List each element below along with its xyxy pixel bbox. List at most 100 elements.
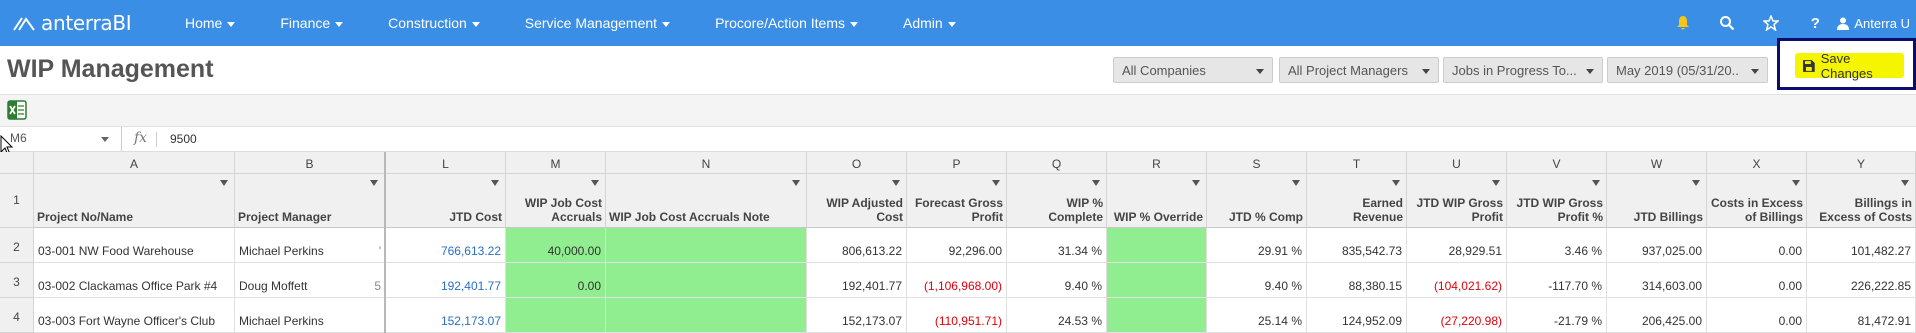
excel-export-button[interactable] bbox=[7, 100, 27, 120]
table-cell[interactable] bbox=[1107, 298, 1207, 333]
column-letter-n[interactable]: N bbox=[606, 152, 807, 174]
menu-home[interactable]: Home bbox=[185, 15, 236, 31]
filter-dropdown-icon[interactable] bbox=[491, 180, 499, 186]
column-header-jtd-wip-gross-profit-[interactable]: JTD WIP Gross Profit % bbox=[1507, 174, 1607, 228]
filter-dropdown-icon[interactable] bbox=[1392, 180, 1400, 186]
table-cell[interactable]: 92,296.00 bbox=[907, 228, 1007, 263]
row-number-1[interactable]: 1 bbox=[0, 174, 34, 228]
filter-dropdown-icon[interactable] bbox=[892, 180, 900, 186]
table-cell[interactable]: (1,106,968.00) bbox=[907, 263, 1007, 298]
table-cell[interactable]: 88,380.15 bbox=[1307, 263, 1407, 298]
table-cell[interactable]: 81,472.91 bbox=[1807, 298, 1916, 333]
row-number-4[interactable]: 4 bbox=[0, 298, 34, 333]
table-cell[interactable]: 314,603.00 bbox=[1607, 263, 1707, 298]
menu-service-management[interactable]: Service Management bbox=[525, 15, 671, 31]
table-cell[interactable]: -21.79 % bbox=[1507, 298, 1607, 333]
table-cell[interactable]: 9.40 % bbox=[1207, 263, 1307, 298]
table-cell[interactable]: Michael Perkins bbox=[235, 298, 385, 333]
column-header-jtd-wip-gross-profit[interactable]: JTD WIP Gross Profit bbox=[1407, 174, 1507, 228]
table-cell[interactable]: (27,220.98) bbox=[1407, 298, 1507, 333]
column-header-wip-job-cost-accruals-note[interactable]: WIP Job Cost Accruals Note bbox=[606, 174, 807, 228]
column-header-billings-in-excess-of-costs[interactable]: Billings in Excess of Costs bbox=[1807, 174, 1916, 228]
column-header-wip-job-cost-accruals[interactable]: WIP Job Cost Accruals bbox=[506, 174, 606, 228]
column-letter-b[interactable]: B bbox=[235, 152, 385, 174]
grid-corner[interactable] bbox=[0, 152, 34, 174]
table-cell[interactable]: 31.34 % bbox=[1007, 228, 1107, 263]
app-logo[interactable]: anterraBI bbox=[0, 11, 185, 35]
column-header-jtd-comp[interactable]: JTD % Comp bbox=[1207, 174, 1307, 228]
column-header-costs-in-excess-of-billings[interactable]: Costs in Excess of Billings bbox=[1707, 174, 1807, 228]
project-managers-dropdown[interactable]: All Project Managers bbox=[1279, 57, 1439, 83]
user-menu[interactable]: Anterra U bbox=[1837, 16, 1916, 31]
table-cell[interactable]: 835,542.73 bbox=[1307, 228, 1407, 263]
filter-dropdown-icon[interactable] bbox=[1492, 180, 1500, 186]
table-cell[interactable]: (110,951.71) bbox=[907, 298, 1007, 333]
filter-dropdown-icon[interactable] bbox=[992, 180, 1000, 186]
menu-admin[interactable]: Admin bbox=[903, 15, 956, 31]
column-letter-a[interactable]: A bbox=[34, 152, 235, 174]
table-cell[interactable]: 101,482.27 bbox=[1807, 228, 1916, 263]
filter-dropdown-icon[interactable] bbox=[591, 180, 599, 186]
table-cell[interactable]: 152,173.07 bbox=[386, 298, 506, 333]
save-changes-button[interactable]: Save Changes bbox=[1795, 51, 1904, 81]
table-cell[interactable]: 3.46 % bbox=[1507, 228, 1607, 263]
table-cell[interactable]: 29.91 % bbox=[1207, 228, 1307, 263]
table-cell[interactable]: 192,401.77 bbox=[807, 263, 907, 298]
companies-dropdown[interactable]: All Companies bbox=[1113, 57, 1273, 83]
table-cell[interactable]: 24.53 % bbox=[1007, 298, 1107, 333]
column-letter-t[interactable]: T bbox=[1307, 152, 1407, 174]
search-button[interactable] bbox=[1705, 0, 1749, 46]
filter-dropdown-icon[interactable] bbox=[1192, 180, 1200, 186]
filter-dropdown-icon[interactable] bbox=[1092, 180, 1100, 186]
column-letter-p[interactable]: P bbox=[907, 152, 1007, 174]
filter-dropdown-icon[interactable] bbox=[1292, 180, 1300, 186]
table-cell[interactable] bbox=[606, 228, 807, 263]
table-cell[interactable] bbox=[1107, 263, 1207, 298]
table-cell[interactable]: 40,000.00 bbox=[506, 228, 606, 263]
column-letter-r[interactable]: R bbox=[1107, 152, 1207, 174]
column-letter-w[interactable]: W bbox=[1607, 152, 1707, 174]
cell-name-box[interactable]: M6 bbox=[0, 127, 122, 151]
table-cell[interactable]: 0.00 bbox=[506, 263, 606, 298]
filter-dropdown-icon[interactable] bbox=[1692, 180, 1700, 186]
column-header-project-manager[interactable]: Project Manager bbox=[235, 174, 385, 228]
filter-dropdown-icon[interactable] bbox=[1901, 180, 1909, 186]
column-letter-x[interactable]: X bbox=[1707, 152, 1807, 174]
column-letter-v[interactable]: V bbox=[1507, 152, 1607, 174]
table-cell[interactable]: 9.40 % bbox=[1007, 263, 1107, 298]
table-cell[interactable]: 192,401.77 bbox=[386, 263, 506, 298]
table-cell[interactable]: 766,613.22 bbox=[386, 228, 506, 263]
table-cell[interactable]: 0.00 bbox=[1707, 228, 1807, 263]
table-cell[interactable]: 03-003 Fort Wayne Officer's Club bbox=[34, 298, 235, 333]
column-header-jtd-billings[interactable]: JTD Billings bbox=[1607, 174, 1707, 228]
column-header-earned-revenue[interactable]: Earned Revenue bbox=[1307, 174, 1407, 228]
table-cell[interactable]: 03-002 Clackamas Office Park #4 bbox=[34, 263, 235, 298]
table-cell[interactable]: Michael Perkins bbox=[235, 228, 385, 263]
filter-dropdown-icon[interactable] bbox=[1592, 180, 1600, 186]
filter-dropdown-icon[interactable] bbox=[1792, 180, 1800, 186]
notifications-button[interactable] bbox=[1661, 0, 1705, 46]
column-letter-s[interactable]: S bbox=[1207, 152, 1307, 174]
table-cell[interactable]: 28,929.51 bbox=[1407, 228, 1507, 263]
table-cell[interactable]: 0.00 bbox=[1707, 263, 1807, 298]
table-cell[interactable]: 124,952.09 bbox=[1307, 298, 1407, 333]
column-letter-q[interactable]: Q bbox=[1007, 152, 1107, 174]
column-header-forecast-gross-profit[interactable]: Forecast Gross Profit bbox=[907, 174, 1007, 228]
table-cell[interactable]: 03-001 NW Food Warehouse bbox=[34, 228, 235, 263]
column-header-wip-complete[interactable]: WIP % Complete bbox=[1007, 174, 1107, 228]
formula-input[interactable]: 9500 bbox=[170, 132, 197, 146]
row-number-3[interactable]: 3 bbox=[0, 263, 34, 298]
filter-dropdown-icon[interactable] bbox=[370, 180, 378, 186]
table-cell[interactable] bbox=[606, 298, 807, 333]
table-cell[interactable]: 226,222.85 bbox=[1807, 263, 1916, 298]
table-cell[interactable]: 25.14 % bbox=[1207, 298, 1307, 333]
table-cell[interactable]: 206,425.00 bbox=[1607, 298, 1707, 333]
period-dropdown[interactable]: May 2019 (05/31/20.. bbox=[1607, 57, 1768, 83]
table-cell[interactable]: (104,021.62) bbox=[1407, 263, 1507, 298]
table-cell[interactable] bbox=[1107, 228, 1207, 263]
jobs-dropdown[interactable]: Jobs in Progress To... bbox=[1443, 57, 1603, 83]
column-header-wip-override[interactable]: WIP % Override bbox=[1107, 174, 1207, 228]
column-letter-m[interactable]: M bbox=[506, 152, 606, 174]
menu-procore-action-items[interactable]: Procore/Action Items bbox=[715, 15, 858, 31]
table-cell[interactable]: 152,173.07 bbox=[807, 298, 907, 333]
